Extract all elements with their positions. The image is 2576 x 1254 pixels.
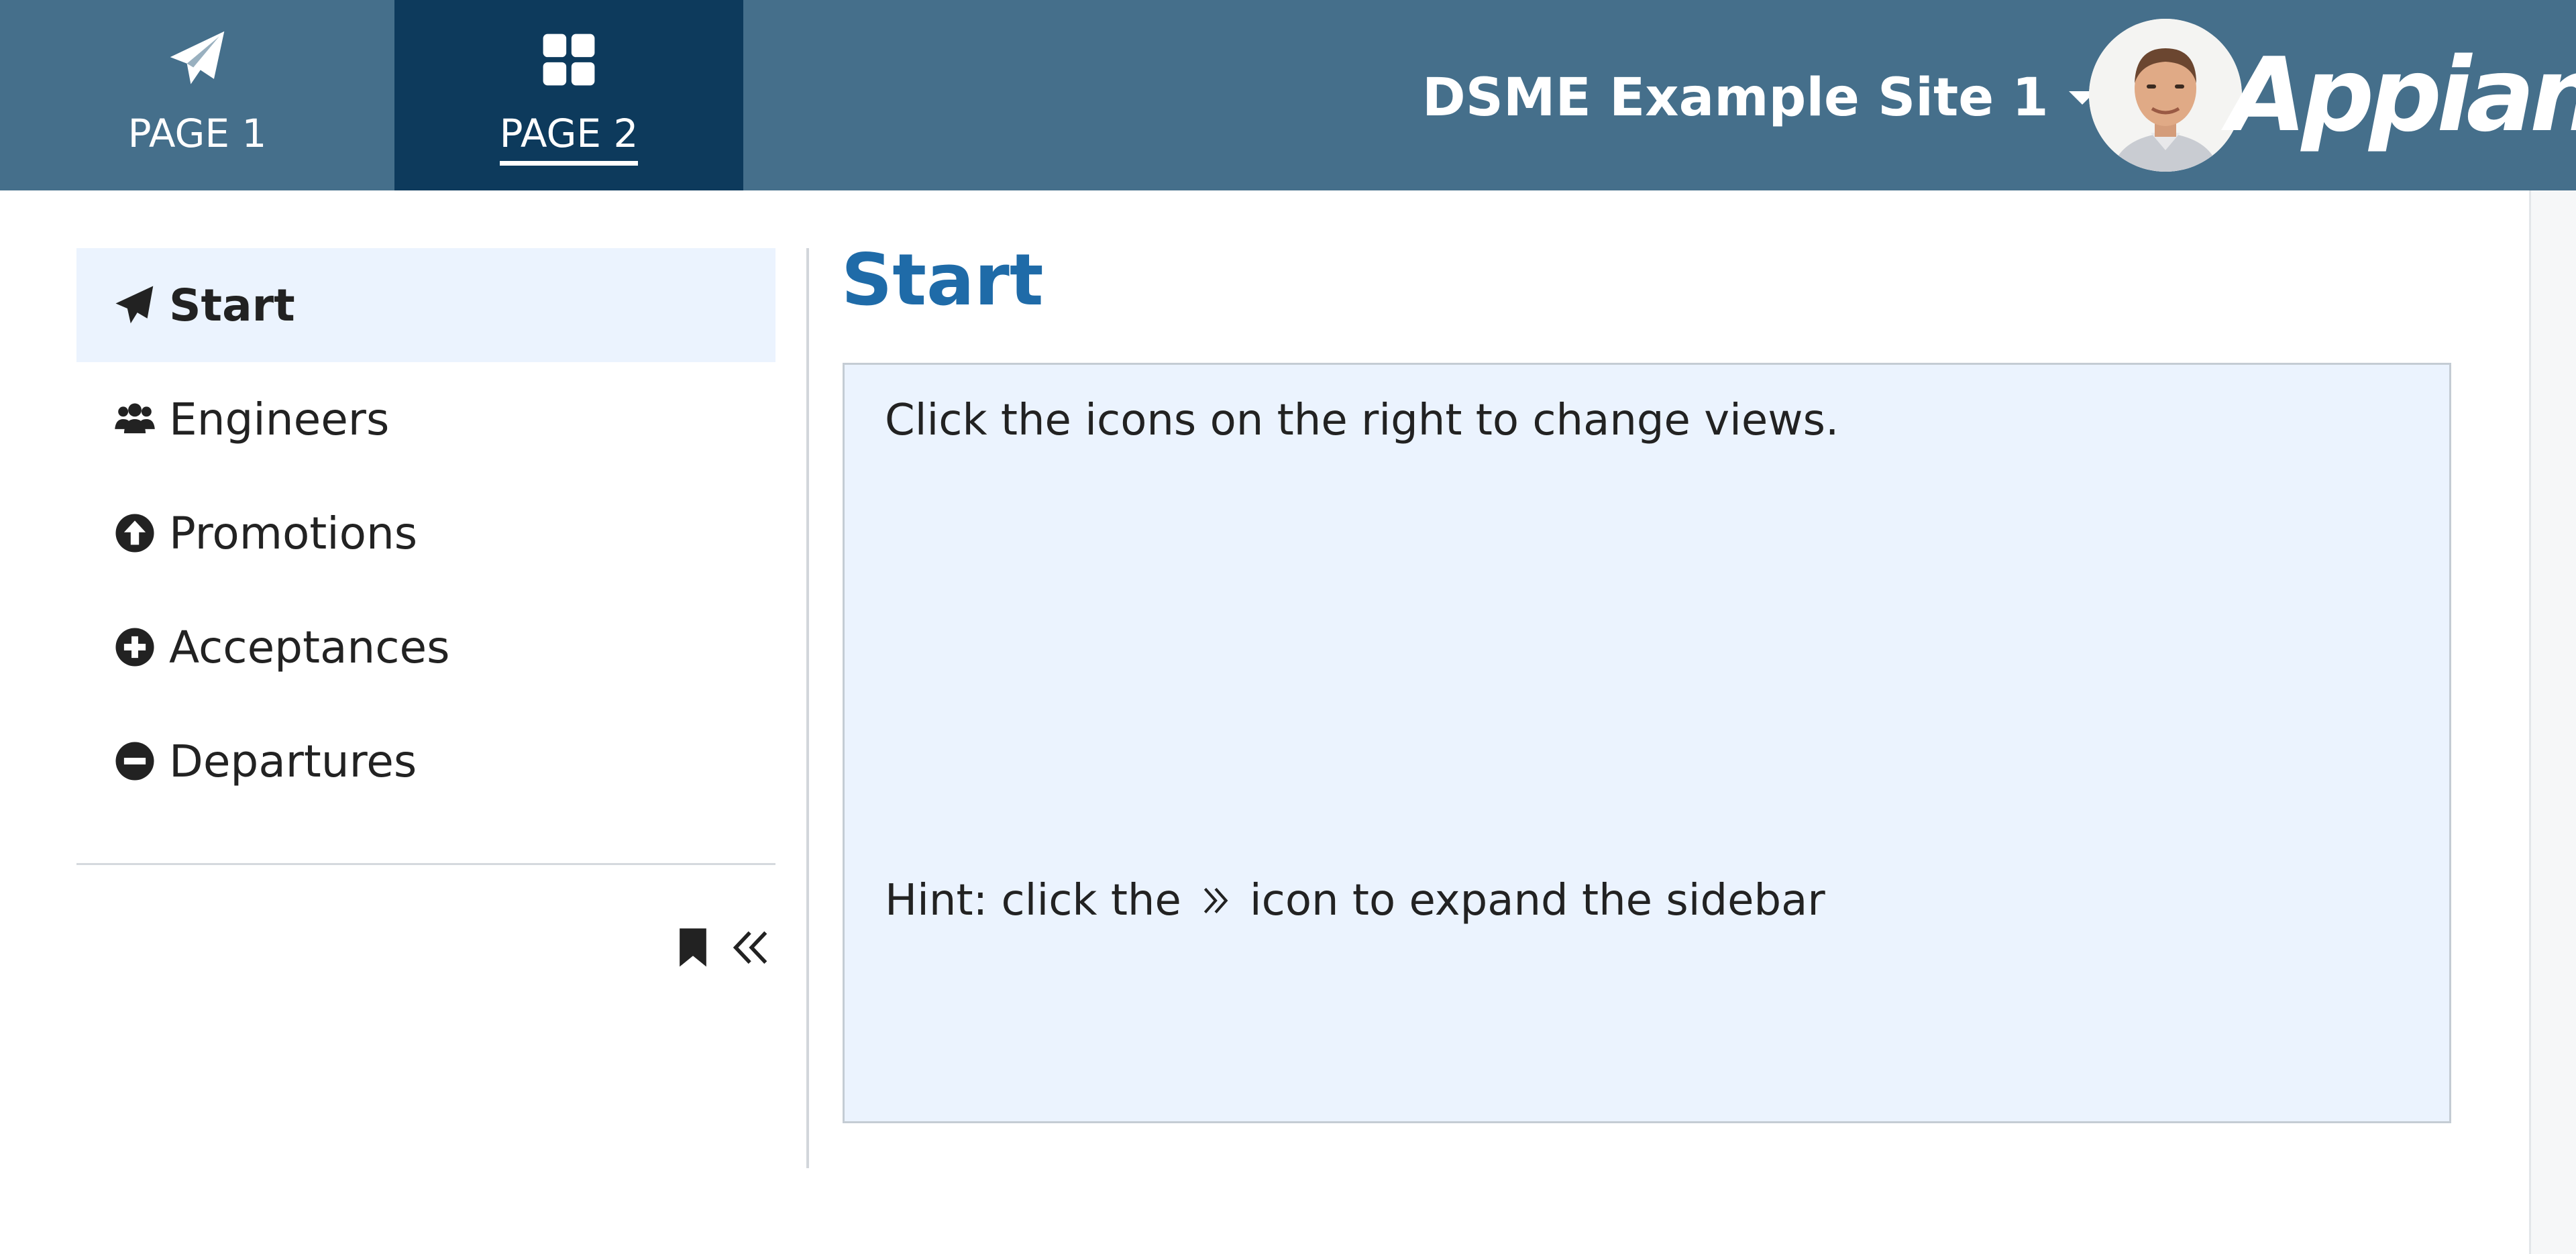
sidebar-item-label: Engineers [169, 393, 390, 445]
sidebar-content-divider [806, 248, 809, 1168]
sidebar-divider [76, 863, 775, 865]
bookmark-icon[interactable] [672, 927, 714, 968]
sidebar-item-label: Departures [169, 735, 417, 787]
paper-plane-icon [170, 31, 225, 84]
page-title: Start [841, 239, 1044, 321]
sidebar-item-label: Promotions [169, 507, 418, 559]
tab-label: PAGE 1 [127, 111, 267, 156]
top-navigation-bar: PAGE 1 PAGE 2 DSME Example Site 1 Appian [0, 0, 2576, 190]
hint-text: Hint: click the icon to expand the sideb… [885, 876, 1825, 925]
paper-plane-icon [115, 286, 154, 324]
grid-icon [543, 34, 595, 86]
site-name: DSME Example Site 1 [1422, 68, 2049, 128]
plus-circle-icon [115, 628, 154, 667]
sidebar-nav: Start Engineers Promotions Acceptances D… [76, 248, 775, 818]
sidebar-item-acceptances[interactable]: Acceptances [76, 590, 775, 704]
hint-text-end: icon to expand the sidebar [1249, 876, 1825, 925]
tab-page-2[interactable]: PAGE 2 [394, 0, 743, 190]
appian-logo: Appian [2227, 35, 2576, 154]
sidebar-item-label: Acceptances [169, 621, 450, 673]
arrow-circle-up-icon [115, 514, 154, 553]
hint-text-start: Hint: click the [885, 876, 1181, 925]
sidebar-item-departures[interactable]: Departures [76, 704, 775, 818]
instruction-text: Click the icons on the right to change v… [885, 396, 1839, 445]
sidebar-item-start[interactable]: Start [76, 248, 775, 362]
user-avatar[interactable] [2089, 19, 2242, 172]
sidebar-item-promotions[interactable]: Promotions [76, 476, 775, 590]
users-icon [115, 403, 155, 434]
tab-page-1[interactable]: PAGE 1 [0, 0, 394, 190]
collapse-sidebar-icon[interactable] [730, 927, 771, 968]
tab-label: PAGE 2 [499, 111, 639, 166]
sidebar-item-label: Start [169, 279, 295, 331]
user-photo [2089, 19, 2242, 172]
sidebar-item-engineers[interactable]: Engineers [76, 362, 775, 476]
info-card: Click the icons on the right to change v… [843, 363, 2451, 1123]
minus-circle-icon [115, 742, 154, 781]
double-chevron-right-icon [1203, 887, 1228, 914]
site-switcher-dropdown[interactable]: DSME Example Site 1 [1422, 64, 2097, 131]
vertical-scrollbar[interactable] [2529, 190, 2576, 1254]
